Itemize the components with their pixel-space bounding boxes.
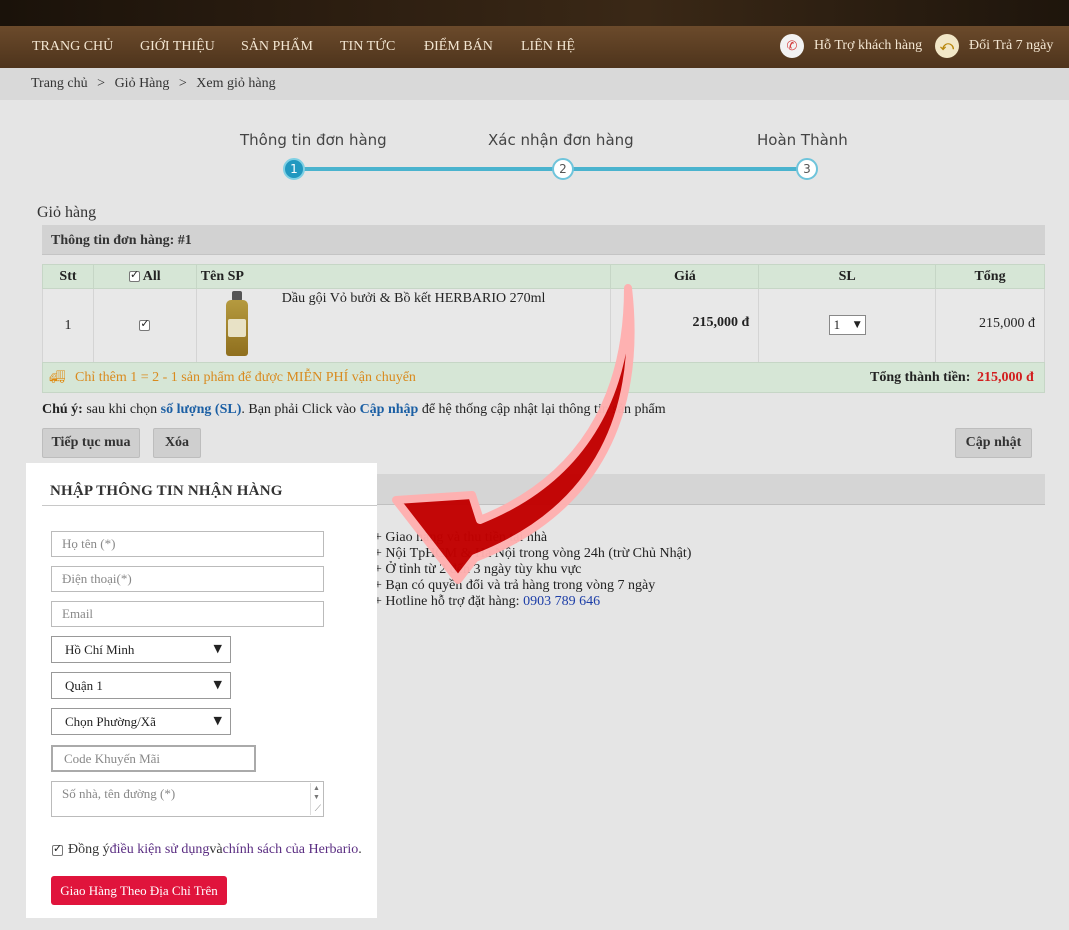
row-total: 215,000 đ — [935, 288, 1045, 363]
row-select-cell — [92, 288, 197, 363]
district-select[interactable]: Quận 1 ▼ — [51, 672, 231, 699]
returns-link[interactable]: ⤺ Đổi Trả 7 ngày — [935, 34, 1053, 58]
cart-title: Giỏ hàng — [37, 204, 97, 221]
col-total: Tổng — [935, 264, 1045, 289]
continue-shopping-button[interactable]: Tiếp tục mua — [42, 428, 140, 458]
nav-home[interactable]: TRANG CHỦ — [32, 39, 113, 55]
support-label: Hỗ Trợ khách hàng — [814, 38, 923, 53]
chevron-down-icon: ▼ — [853, 320, 861, 330]
ward-value: Chọn Phường/Xã — [65, 714, 156, 729]
chevron-down-icon: ▼ — [213, 714, 222, 727]
step-2-label: Xác nhận đơn hàng — [488, 131, 634, 149]
row-qty-cell: 1 ▼ — [758, 288, 937, 363]
quantity-value: 1 — [833, 317, 841, 332]
nav-about[interactable]: GIỚI THIỆU — [140, 39, 215, 55]
row-checkbox[interactable] — [139, 317, 151, 331]
support-link[interactable]: ✆ Hỗ Trợ khách hàng — [780, 34, 922, 58]
breadcrumb-home[interactable]: Trang chủ — [31, 76, 88, 91]
name-field[interactable]: Họ tên (*) — [51, 531, 324, 557]
main-nav: TRANG CHỦ GIỚI THIỆU SẢN PHẨM TIN TỨC ĐI… — [0, 26, 1069, 68]
form-title: NHẬP THÔNG TIN NHẬN HÀNG — [50, 483, 283, 499]
nav-products[interactable]: SẢN PHẨM — [241, 39, 313, 55]
breadcrumb-sep: > — [97, 76, 106, 91]
note-text: sau khi chọn — [82, 402, 161, 417]
ward-select[interactable]: Chọn Phường/Xã ▼ — [51, 708, 231, 735]
city-value: Hồ Chí Minh — [65, 642, 135, 657]
note-qty-link: số lượng (SL) — [160, 402, 242, 417]
nav-stores[interactable]: ĐIỂM BÁN — [424, 39, 493, 55]
district-value: Quận 1 — [65, 678, 103, 693]
update-cart-button[interactable]: Cập nhật — [955, 428, 1032, 458]
delete-button[interactable]: Xóa — [153, 428, 201, 458]
returns-label: Đổi Trả 7 ngày — [969, 38, 1054, 53]
nav-contact[interactable]: LIÊN HỆ — [521, 39, 575, 55]
address-textarea[interactable]: Số nhà, tên đường (*) ▲ ▼ ⟋ — [51, 781, 324, 817]
row-stt: 1 — [42, 288, 94, 363]
annotation-arrow-icon — [392, 284, 635, 584]
step-2-circle: 2 — [552, 158, 574, 180]
free-shipping-message: Chỉ thêm 1 = 2 - 1 sản phẩm để được MIỄN… — [75, 370, 416, 385]
terms-checkbox[interactable] — [52, 842, 63, 856]
divider — [42, 505, 377, 506]
quantity-select[interactable]: 1 ▼ — [828, 315, 866, 335]
breadcrumb-bar: Trang chủ > Giỏ Hàng > Xem giỏ hàng — [0, 68, 1069, 100]
col-all-label: All — [142, 268, 161, 284]
breadcrumb-cart[interactable]: Giỏ Hàng — [115, 76, 170, 91]
agree-text: . — [358, 842, 362, 857]
nav-news[interactable]: TIN TỨC — [340, 39, 395, 55]
order-header-label: Thông tin đơn hàng: #1 — [51, 233, 192, 248]
note-prefix: Chú ý: — [42, 402, 83, 417]
policy-link[interactable]: chính sách của Herbario — [223, 842, 359, 858]
promo-code-field[interactable]: Code Khuyến Mãi — [51, 745, 256, 772]
grand-total-value: 215,000 đ — [977, 370, 1034, 385]
phone-icon: ✆ — [780, 34, 804, 58]
breadcrumb: Trang chủ > Giỏ Hàng > Xem giỏ hàng — [31, 76, 282, 92]
grand-total-label: Tổng thành tiền: — [870, 370, 971, 385]
breadcrumb-sep: > — [178, 76, 187, 91]
breadcrumb-current: Xem giỏ hàng — [196, 76, 276, 91]
col-qty: SL — [758, 264, 937, 289]
shipping-form-panel: NHẬP THÔNG TIN NHẬN HÀNG Họ tên (*) Điện… — [26, 463, 377, 918]
col-all[interactable]: All — [92, 264, 197, 289]
phone-field[interactable]: Điện thoại(*) — [51, 566, 324, 592]
return-box-icon: ⤺ — [935, 34, 959, 58]
select-all-checkbox[interactable] — [129, 268, 141, 282]
product-image[interactable] — [217, 291, 257, 361]
header-banner — [0, 0, 1069, 26]
agree-text: và — [209, 842, 223, 857]
chevron-down-icon: ▼ — [213, 678, 222, 691]
address-placeholder: Số nhà, tên đường (*) — [62, 786, 176, 801]
step-1-circle: 1 — [283, 158, 305, 180]
order-header: Thông tin đơn hàng: #1 — [42, 225, 1045, 255]
chevron-down-icon: ▼ — [213, 642, 222, 655]
terms-agreement: Đồng ý điều kiện sử dụng và chính sách c… — [52, 842, 362, 858]
step-3-circle: 3 — [796, 158, 818, 180]
submit-order-button[interactable]: Giao Hàng Theo Địa Chỉ Trên — [51, 876, 227, 905]
note-text: . Bạn phải Click vào — [241, 402, 360, 417]
truck-icon: 🚚︎ — [49, 370, 66, 385]
city-select[interactable]: Hồ Chí Minh ▼ — [51, 636, 231, 663]
col-stt: Stt — [42, 264, 94, 289]
resize-grip-icon[interactable]: ⟋ — [315, 804, 321, 814]
email-field[interactable]: Email — [51, 601, 324, 627]
terms-link[interactable]: điều kiện sử dụng — [110, 842, 210, 858]
agree-text: Đồng ý — [68, 842, 110, 857]
step-3-label: Hoàn Thành — [757, 131, 848, 149]
step-1-label: Thông tin đơn hàng — [240, 131, 387, 149]
